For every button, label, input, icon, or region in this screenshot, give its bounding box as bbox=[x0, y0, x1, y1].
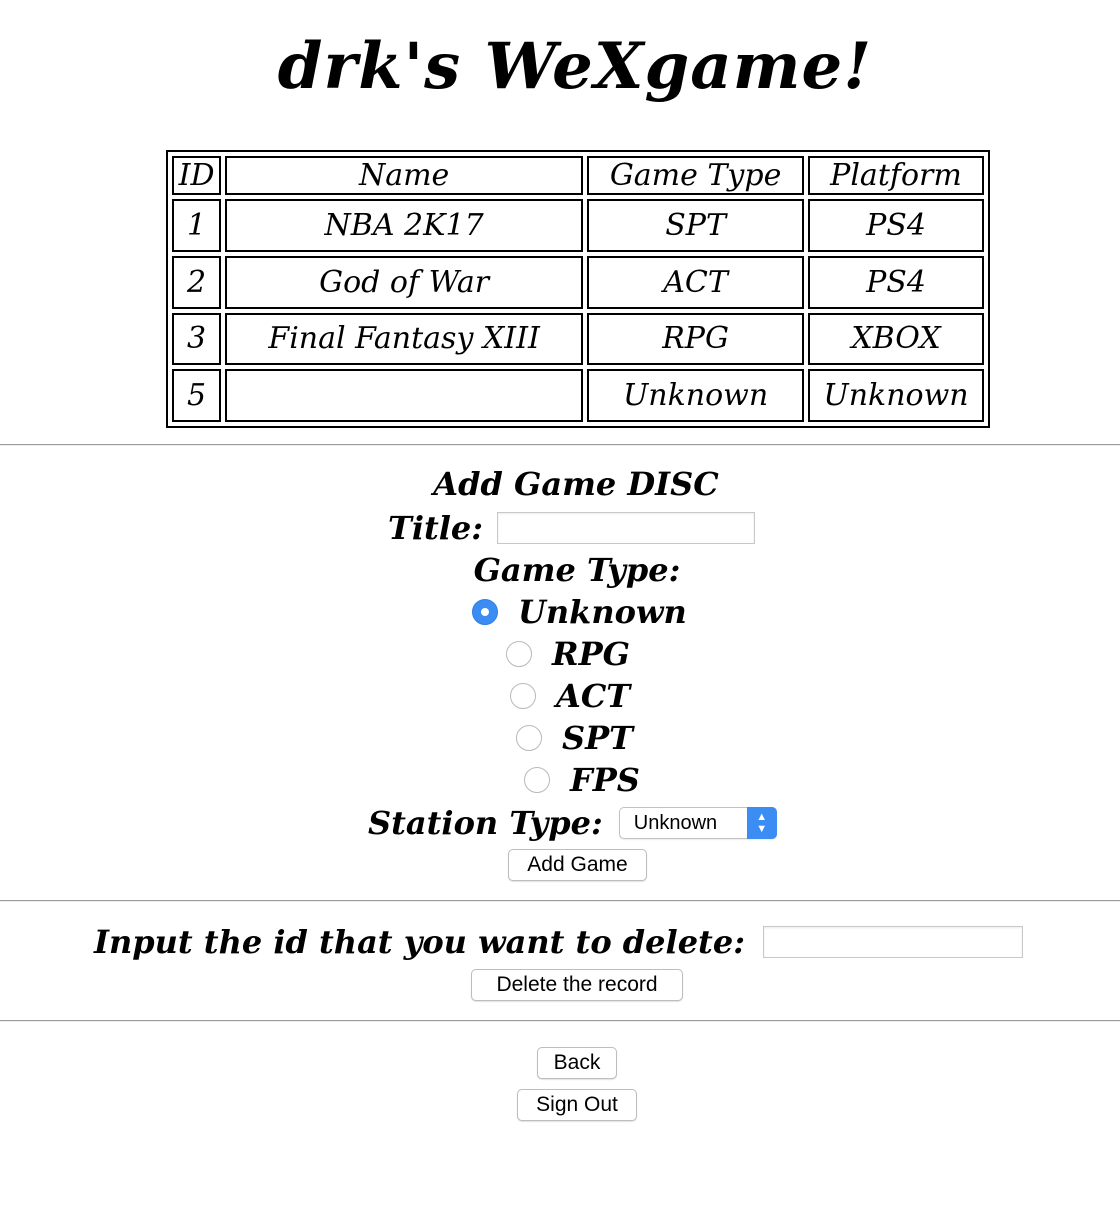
delete-id-input[interactable] bbox=[763, 926, 1023, 958]
table-row: 5 Unknown Unknown bbox=[172, 369, 984, 422]
cell-id: 2 bbox=[172, 255, 222, 309]
header-platform: Platform bbox=[808, 156, 984, 195]
table-row: 1 NBA 2K17 SPT PS4 bbox=[172, 199, 984, 252]
radio-option-rpg[interactable]: RPG bbox=[506, 633, 630, 675]
radio-option-unknown[interactable]: Unknown bbox=[472, 591, 687, 633]
games-table: ID Name Game Type Platform 1 NBA 2K17 SP… bbox=[166, 150, 990, 428]
cell-platform: XBOX bbox=[808, 312, 984, 366]
sign-out-button[interactable]: Sign Out bbox=[517, 1089, 637, 1121]
cell-game-type: SPT bbox=[587, 199, 805, 252]
station-type-value: Unknown bbox=[633, 812, 718, 834]
add-game-button[interactable]: Add Game bbox=[508, 849, 647, 881]
title-field-row: Title: bbox=[388, 506, 756, 550]
title-label: Title: bbox=[388, 509, 484, 547]
cell-id: 3 bbox=[172, 312, 222, 366]
divider bbox=[0, 444, 1120, 446]
back-button[interactable]: Back bbox=[537, 1047, 617, 1079]
station-type-label: Station Type: bbox=[368, 804, 603, 842]
header-game-type: Game Type bbox=[587, 156, 805, 195]
cell-platform: Unknown bbox=[808, 369, 984, 422]
radio-label: SPT bbox=[562, 719, 633, 757]
cell-id: 1 bbox=[172, 199, 222, 252]
cell-name bbox=[225, 369, 584, 422]
delete-record-button[interactable]: Delete the record bbox=[471, 969, 683, 1001]
radio-label: ACT bbox=[556, 677, 631, 715]
radio-button[interactable] bbox=[472, 599, 498, 625]
radio-button[interactable] bbox=[516, 725, 542, 751]
table-row: 2 God of War ACT PS4 bbox=[172, 255, 984, 309]
divider bbox=[0, 1020, 1120, 1022]
radio-label: Unknown bbox=[518, 593, 687, 631]
cell-game-type: RPG bbox=[587, 312, 805, 366]
title-input[interactable] bbox=[497, 512, 756, 544]
chevron-up-down-icon: ▲ ▼ bbox=[746, 807, 777, 839]
radio-label: RPG bbox=[552, 635, 630, 673]
station-type-select[interactable]: Unknown ▲ ▼ bbox=[618, 807, 777, 839]
header-name: Name bbox=[225, 156, 584, 195]
delete-field-row: Input the id that you want to delete: bbox=[94, 920, 1023, 964]
divider bbox=[0, 900, 1120, 902]
radio-button[interactable] bbox=[524, 767, 550, 793]
radio-option-fps[interactable]: FPS bbox=[524, 759, 640, 801]
header-id: ID bbox=[172, 156, 222, 195]
cell-name: Final Fantasy XIII bbox=[225, 312, 584, 366]
page-title: drk's WeXgame! bbox=[277, 29, 873, 104]
game-type-label: Game Type: bbox=[473, 551, 681, 589]
cell-platform: PS4 bbox=[808, 199, 984, 252]
radio-option-spt[interactable]: SPT bbox=[516, 717, 633, 759]
cell-game-type: Unknown bbox=[587, 369, 805, 422]
radio-button[interactable] bbox=[506, 641, 532, 667]
table-header-row: ID Name Game Type Platform bbox=[172, 156, 984, 195]
add-game-heading: Add Game DISC bbox=[433, 465, 719, 503]
cell-id: 5 bbox=[172, 369, 222, 422]
table-row: 3 Final Fantasy XIII RPG XBOX bbox=[172, 312, 984, 366]
cell-name: God of War bbox=[225, 255, 584, 309]
cell-game-type: ACT bbox=[587, 255, 805, 309]
radio-button[interactable] bbox=[510, 683, 536, 709]
cell-name: NBA 2K17 bbox=[225, 199, 584, 252]
delete-id-label: Input the id that you want to delete: bbox=[94, 923, 745, 961]
radio-option-act[interactable]: ACT bbox=[510, 675, 630, 717]
radio-label: FPS bbox=[570, 761, 640, 799]
station-type-row: Station Type: Unknown ▲ ▼ bbox=[368, 800, 777, 846]
cell-platform: PS4 bbox=[808, 255, 984, 309]
